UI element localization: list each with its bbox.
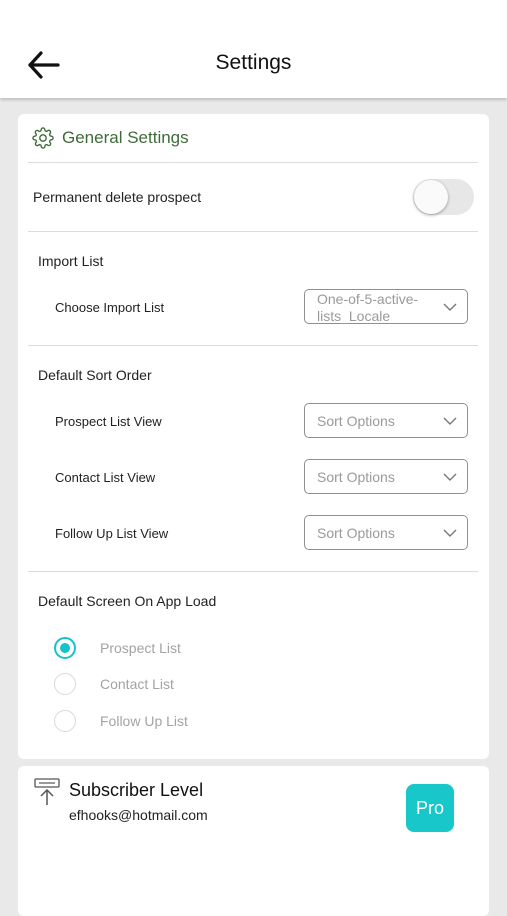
default-screen-heading: Default Screen On App Load [38,593,217,609]
radio-label: Follow Up List [100,713,188,729]
chevron-down-icon [443,303,457,311]
radio-contact-list[interactable]: Contact List [54,671,174,697]
divider [28,162,478,163]
divider [28,231,478,232]
radio-button[interactable] [54,710,76,732]
pro-badge[interactable]: Pro [406,784,454,832]
sort-options-placeholder: Sort Options [317,469,395,485]
import-list-heading: Import List [38,253,104,269]
chevron-down-icon [443,473,457,481]
sort-options-placeholder: Sort Options [317,525,395,541]
divider [28,571,478,572]
choose-import-list-label: Choose Import List [55,300,165,315]
subscription-upgrade-icon [34,778,60,805]
subscriber-level-title: Subscriber Level [69,780,204,800]
radio-label: Prospect List [100,640,181,656]
contact-sort-select[interactable]: Sort Options [304,459,468,494]
import-list-value: One-of-5-active-lists_Locale [317,291,419,324]
permanent-delete-toggle[interactable] [413,179,474,215]
app-header: Settings [0,0,507,98]
divider [28,345,478,346]
radio-label: Contact List [100,676,174,692]
prospect-sort-select[interactable]: Sort Options [304,403,468,438]
import-list-select[interactable]: One-of-5-active-lists_Locale [304,289,468,324]
radio-button-selected[interactable] [54,637,76,659]
sort-order-heading: Default Sort Order [38,367,152,383]
permanent-delete-label: Permanent delete prospect [33,189,202,205]
gear-icon [32,127,54,149]
radio-button[interactable] [54,673,76,695]
page-title: Settings [215,51,292,74]
contact-list-view-label: Contact List View [55,470,156,485]
toggle-knob [414,180,448,214]
chevron-down-icon [443,529,457,537]
follow-up-list-view-label: Follow Up List View [55,526,169,541]
general-settings-header: General Settings [32,125,189,151]
general-settings-card: General Settings Permanent delete prospe… [18,114,489,759]
chevron-down-icon [443,417,457,425]
sort-options-placeholder: Sort Options [317,413,395,429]
follow-up-sort-select[interactable]: Sort Options [304,515,468,550]
subscriber-card: Subscriber Level efhooks@hotmail.com Pro [18,766,489,916]
subscriber-email: efhooks@hotmail.com [69,807,208,823]
prospect-list-view-label: Prospect List View [55,414,162,429]
general-settings-title: General Settings [62,128,189,147]
radio-follow-up-list[interactable]: Follow Up List [54,708,188,734]
radio-prospect-list[interactable]: Prospect List [54,635,181,661]
